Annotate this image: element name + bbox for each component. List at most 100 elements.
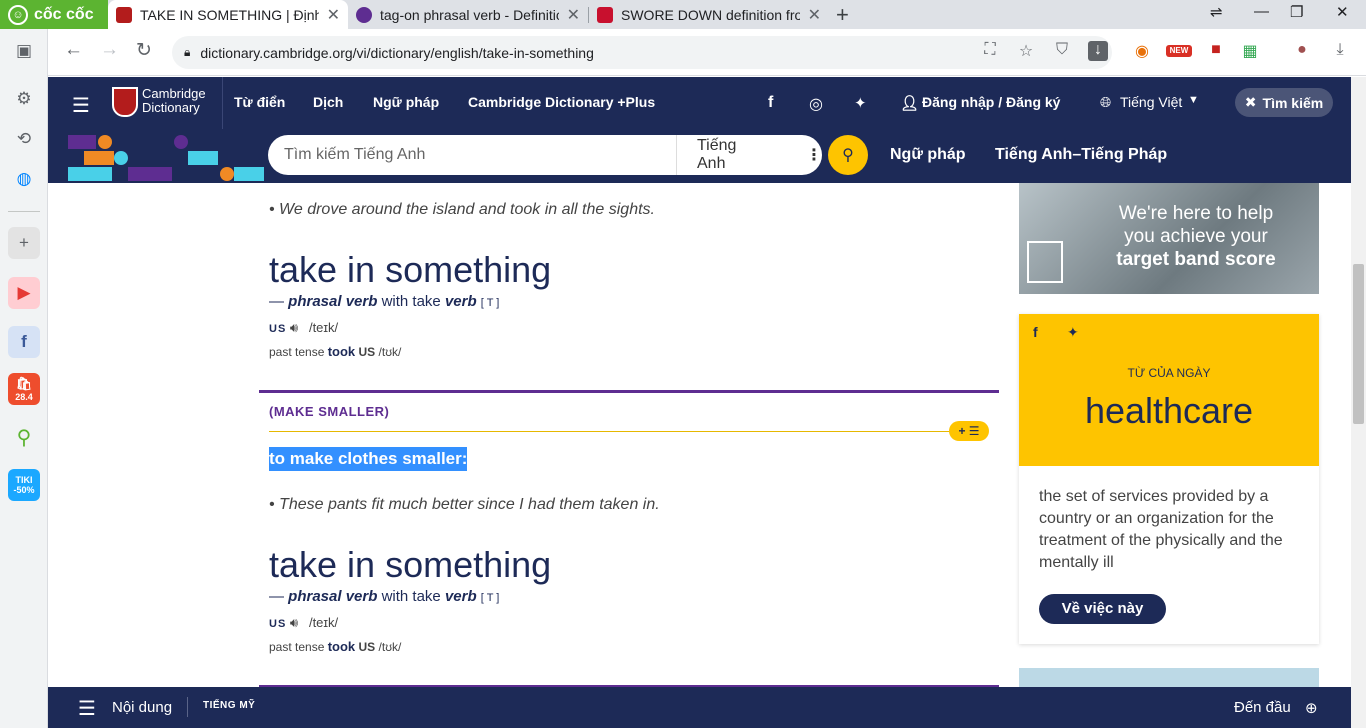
youtube-icon[interactable]: ▶: [8, 277, 40, 309]
region-tab[interactable]: TIẾNG MỸ: [203, 700, 255, 711]
back-to-top-link[interactable]: Đến đầu: [1234, 699, 1291, 716]
wotd-label: TỪ CỦA NGÀY: [1127, 366, 1211, 380]
browser-brand[interactable]: ☺ cốc cốc: [0, 0, 108, 29]
sense-underline: [269, 431, 959, 432]
site-header: ☰ Cambridge Dictionary Từ điển Dịch Ngữ …: [48, 77, 1351, 129]
tab-swore-down[interactable]: SWORE DOWN definition fror ✕: [589, 0, 829, 29]
add-shortcut-icon[interactable]: +: [8, 227, 40, 259]
past-tense: past tense took US /tʊk/: [269, 639, 401, 654]
facebook-icon[interactable]: f: [8, 326, 40, 358]
translate-icon[interactable]: ⛶: [980, 41, 1000, 61]
new-badge-icon[interactable]: NEW: [1166, 45, 1192, 57]
extension-circle-icon[interactable]: ◉: [1132, 41, 1152, 61]
extension-red-icon[interactable]: ■: [1206, 41, 1226, 61]
tab-search-icon[interactable]: ⇌: [1210, 3, 1223, 21]
coccoc-logo-icon: ☺: [8, 4, 28, 25]
messenger-icon[interactable]: ◍: [8, 163, 40, 195]
scrollbar-thumb[interactable]: [1353, 264, 1364, 424]
download-manager-icon[interactable]: ↓: [1088, 41, 1108, 61]
subnav-grammar[interactable]: Ngữ pháp: [890, 146, 966, 164]
search-input[interactable]: Tìm kiếm Tiếng Anh: [268, 146, 676, 164]
ad-line2: you achieve your: [1124, 226, 1268, 247]
definition-highlighted[interactable]: to make clothes smaller:: [269, 447, 468, 471]
wotd-more-button[interactable]: Về việc này: [1039, 594, 1166, 624]
facebook-icon[interactable]: f: [768, 94, 773, 112]
close-tab-icon[interactable]: ✕: [327, 5, 340, 25]
instagram-icon[interactable]: ◎: [809, 94, 823, 114]
search-submit-button[interactable]: ⚲: [828, 135, 868, 175]
extension-grid-icon[interactable]: ▦: [1240, 41, 1260, 61]
tab-tag-on[interactable]: tag-on phrasal verb - Definitic ✕: [348, 0, 588, 29]
settings-gear-icon[interactable]: ⚙: [8, 83, 40, 115]
grammar-code[interactable]: [ T ]: [481, 592, 500, 604]
pos-dash: —: [269, 293, 284, 310]
arrow-up-circle-icon[interactable]: ⊕: [1305, 699, 1318, 717]
maximize-icon[interactable]: ❐: [1290, 3, 1303, 21]
back-icon[interactable]: ←: [64, 39, 83, 61]
twitter-icon[interactable]: ✦: [854, 94, 867, 112]
audio-speaker-icon[interactable]: 🔊︎: [290, 615, 298, 630]
nav-translate[interactable]: Dịch: [313, 94, 343, 110]
past-ipa: /tʊk/: [378, 345, 402, 359]
forward-icon[interactable]: →: [100, 39, 119, 61]
pos-verb[interactable]: verb: [445, 293, 477, 310]
login-link[interactable]: Đăng nhập / Đăng ký: [922, 94, 1060, 110]
more-options-icon[interactable]: ⋮: [806, 145, 822, 165]
coccoc-search-icon[interactable]: ⚲: [8, 421, 40, 453]
wotd-word[interactable]: healthcare: [1019, 390, 1319, 432]
grammar-code[interactable]: [ T ]: [481, 297, 500, 309]
example-sentence: • We drove around the island and took in…: [269, 201, 655, 218]
decor-block: [128, 167, 172, 181]
browser-toolbar: ← → ↻ 🔒︎ dictionary.cambridge.org/vi/dic…: [48, 29, 1366, 76]
past-word: took: [327, 639, 356, 654]
nav-plus[interactable]: Cambridge Dictionary +Plus: [468, 94, 655, 110]
pos-label[interactable]: phrasal verb: [288, 293, 377, 310]
bookmark-star-icon[interactable]: ☆: [1016, 41, 1036, 61]
nav-dictionary[interactable]: Từ điển: [234, 94, 285, 110]
contents-link[interactable]: Nội dung: [112, 699, 172, 716]
twitter-share-icon[interactable]: ✦: [1067, 324, 1079, 341]
advert-banner[interactable]: [1019, 668, 1319, 688]
hamburger-menu-icon[interactable]: ☰: [72, 93, 90, 118]
decor-block: [84, 151, 114, 165]
minimize-icon[interactable]: —: [1254, 3, 1269, 20]
language-selector[interactable]: Tiếng Việt: [1120, 94, 1182, 110]
decor-block: [68, 135, 96, 149]
address-text[interactable]: dictionary.cambridge.org/vi/dictionary/e…: [200, 45, 593, 61]
site-logo[interactable]: Cambridge Dictionary: [142, 87, 206, 115]
close-window-icon[interactable]: ✕: [1336, 3, 1349, 21]
search-language-select[interactable]: Tiếng Anh ⋮: [676, 135, 822, 175]
past-label: past tense: [269, 640, 325, 654]
close-tab-icon[interactable]: ✕: [808, 5, 821, 25]
history-icon[interactable]: ⟲: [8, 123, 40, 155]
shopee-icon[interactable]: 🛍︎ 28.4: [8, 373, 40, 405]
ielts-advert[interactable]: We're here to help you achieve your targ…: [1019, 183, 1319, 294]
pos-label[interactable]: phrasal verb: [288, 588, 377, 605]
search-toggle-button[interactable]: ✖ Tìm kiếm: [1235, 88, 1333, 117]
address-bar[interactable]: 🔒︎ dictionary.cambridge.org/vi/dictionar…: [172, 36, 1112, 69]
new-tab-icon[interactable]: +: [836, 2, 849, 28]
search-bar-row: Tìm kiếm Tiếng Anh Tiếng Anh ⋮ ⚲ Ngữ phá…: [48, 129, 1351, 183]
shield-icon[interactable]: ⛉: [1052, 41, 1072, 61]
tiki-icon[interactable]: TIKI -50%: [8, 469, 40, 501]
sidebar-toggle-icon[interactable]: ▣: [8, 35, 40, 67]
reload-icon[interactable]: ↻: [136, 39, 152, 62]
tab-take-in-something[interactable]: TAKE IN SOMETHING | Định n ✕: [108, 0, 348, 29]
example-sentence: • These pants fit much better since I ha…: [269, 496, 660, 513]
subnav-english-french[interactable]: Tiếng Anh–Tiếng Pháp: [995, 146, 1167, 164]
nav-grammar[interactable]: Ngữ pháp: [373, 94, 439, 110]
pronunciation: US 🔊︎ /teɪk/: [269, 320, 338, 336]
audio-speaker-icon[interactable]: 🔊︎: [290, 320, 298, 335]
close-icon: ✖: [1244, 94, 1257, 110]
search-language-label: Tiếng Anh: [697, 137, 737, 172]
facebook-share-icon[interactable]: f: [1033, 324, 1038, 340]
download-icon[interactable]: ⤓: [1330, 41, 1350, 61]
ipa: /teɪk/: [308, 320, 339, 335]
past-label: past tense: [269, 345, 325, 359]
profile-avatar-icon[interactable]: ●: [1292, 41, 1312, 61]
pos-verb[interactable]: verb: [445, 588, 477, 605]
close-tab-icon[interactable]: ✕: [567, 5, 580, 25]
past-region: US: [358, 345, 376, 359]
contents-menu-icon[interactable]: ☰: [78, 696, 96, 721]
add-to-wordlist-button[interactable]: + ☰: [949, 421, 989, 441]
